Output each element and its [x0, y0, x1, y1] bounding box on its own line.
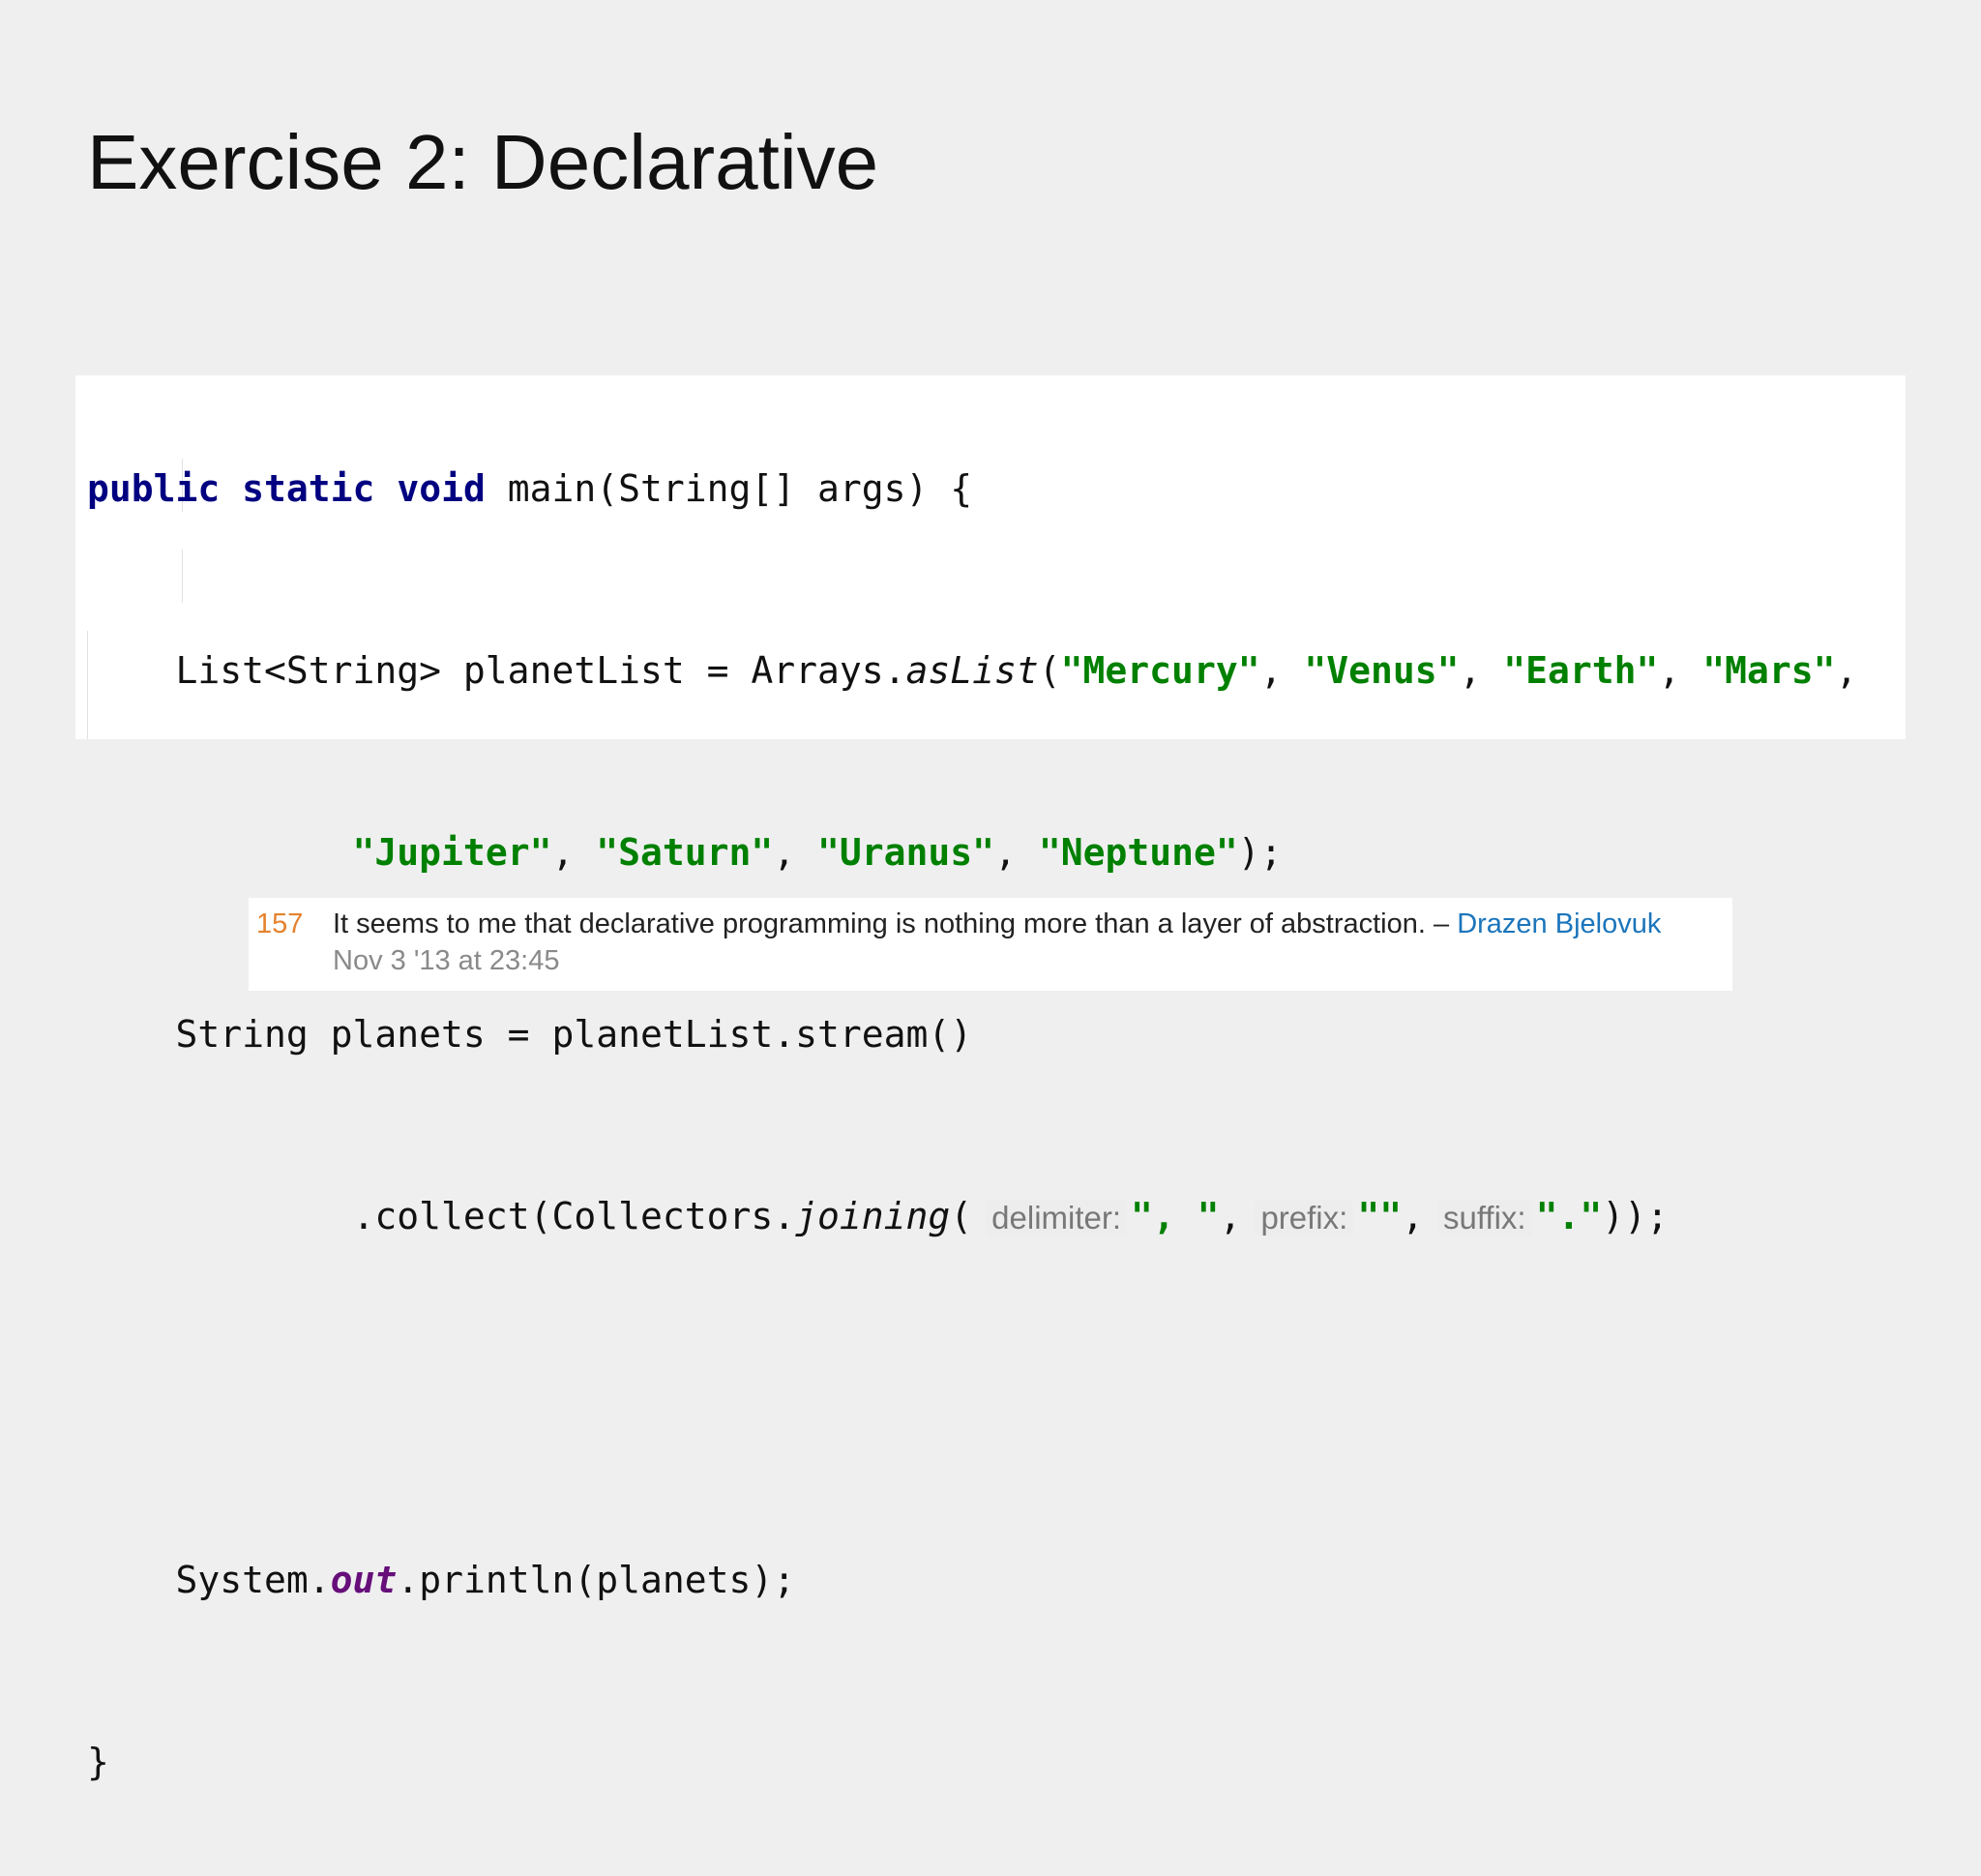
keyword: static — [242, 467, 375, 510]
static-field: out — [330, 1559, 398, 1601]
string-literal: "Mars" — [1702, 649, 1836, 692]
parameter-hint: suffix: — [1436, 1200, 1532, 1236]
code-text: , — [994, 831, 1039, 874]
code-text: .println(planets); — [397, 1559, 796, 1601]
string-literal: "Mercury" — [1060, 649, 1260, 692]
code-line-4: String planets = planetList.stream() — [87, 1012, 1857, 1057]
code-snippet: public static void main(String[] args) {… — [75, 375, 1906, 1783]
string-literal: "Uranus" — [817, 831, 995, 874]
code-text: , — [1835, 649, 1858, 692]
method-call: asList — [905, 649, 1039, 692]
string-literal: "Neptune" — [1038, 831, 1238, 874]
parameter-hint: prefix: — [1255, 1200, 1354, 1236]
string-literal: "Earth" — [1503, 649, 1659, 692]
string-literal: "Jupiter" — [352, 831, 552, 874]
code-text: ); — [1237, 831, 1283, 874]
keyword: public — [87, 467, 221, 510]
code-text: ( — [1038, 649, 1061, 692]
comment-date: Nov 3 '13 at 23:45 — [333, 945, 560, 976]
code-text: ( — [950, 1195, 973, 1237]
code-text: , — [773, 831, 818, 874]
code-text: .collect(Collectors. — [352, 1195, 796, 1237]
code-text: List<String> planetList = Arrays. — [175, 649, 906, 692]
string-literal: ", " — [1131, 1195, 1220, 1237]
code-text: String planets = planetList.stream() — [175, 1013, 973, 1056]
code-line-5: .collect(Collectors.joining( delimiter: ",… — [87, 1194, 1857, 1239]
code-text: , — [1459, 649, 1504, 692]
method-call: joining — [795, 1195, 951, 1237]
comment-text: It seems to me that declarative programm… — [333, 906, 1661, 942]
code-line-2: List<String> planetList = Arrays.asList(… — [87, 648, 1858, 694]
string-literal: "" — [1357, 1195, 1403, 1237]
code-line-3: "Jupiter", "Saturn", "Uranus", "Neptune"… — [87, 830, 1857, 876]
parameter-hint: delimiter: — [986, 1200, 1128, 1236]
code-text: , — [1402, 1195, 1424, 1237]
comment-body: It seems to me that declarative programm… — [333, 908, 1458, 939]
comment-score: 157 — [256, 908, 304, 939]
code-text: System. — [175, 1559, 331, 1601]
code-text: } — [87, 1741, 109, 1783]
string-literal: "." — [1535, 1195, 1603, 1237]
slide-title: Exercise 2: Declarative — [87, 119, 879, 205]
code-text: main(String[] args) { — [507, 467, 973, 510]
code-line-7: System.out.println(planets); — [87, 1558, 1857, 1603]
stackoverflow-comment: 157 It seems to me that declarative prog… — [249, 898, 1732, 991]
code-text: , — [1658, 649, 1703, 692]
string-literal: "Venus" — [1304, 649, 1460, 692]
code-text: , — [551, 831, 597, 874]
code-text: , — [1259, 649, 1305, 692]
code-text: , — [1219, 1195, 1242, 1237]
string-literal: "Saturn" — [596, 831, 774, 874]
comment-author-link[interactable]: Drazen Bjelovuk — [1457, 908, 1661, 939]
code-line-8: } — [87, 1740, 1857, 1785]
code-text: )); — [1602, 1195, 1669, 1237]
code-line-1: public static void main(String[] args) { — [87, 466, 1857, 512]
keyword: void — [397, 467, 486, 510]
code-body: public static void main(String[] args) {… — [87, 375, 1857, 1876]
